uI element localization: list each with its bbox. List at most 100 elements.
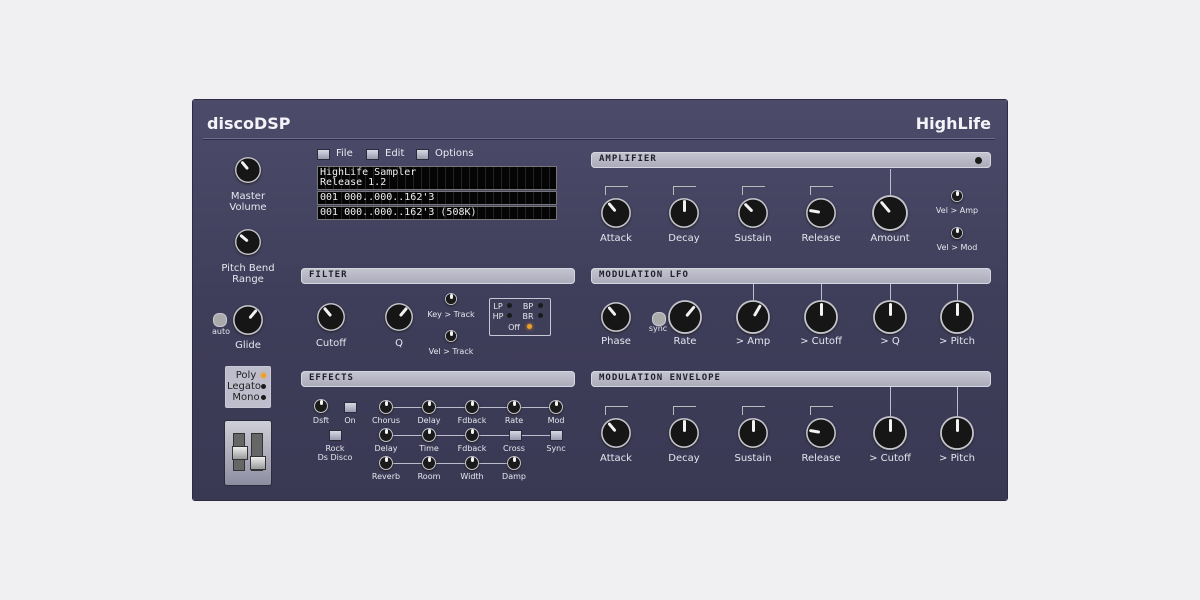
attack-env-icon: [605, 186, 628, 195]
lfo-sync-label: sync: [648, 324, 668, 333]
display-sample[interactable]: 001 000..000..162'3 (508K): [317, 206, 557, 220]
pitch-bend-label: Pitch Bend Range: [221, 263, 275, 285]
filter-type-bp[interactable]: BP: [523, 302, 533, 311]
mode-mono[interactable]: Mono: [232, 392, 259, 403]
glide-knob[interactable]: [233, 305, 263, 335]
delay-sync-button[interactable]: [550, 430, 563, 441]
chorus-mod-label: Mod: [547, 416, 565, 425]
edit-menu[interactable]: Edit: [385, 148, 404, 159]
amp-attack-knob[interactable]: [601, 198, 631, 228]
amp-sustain-knob[interactable]: [738, 198, 768, 228]
env-attack-icon: [605, 406, 628, 415]
delay-fdback-label: Fdback: [457, 444, 487, 453]
chorus-knob[interactable]: [379, 400, 393, 414]
amp-amount-knob[interactable]: [872, 195, 908, 231]
amp-attack-label: Attack: [600, 233, 632, 244]
dsft-label: Dsft: [312, 416, 330, 425]
chorus-fdback-knob[interactable]: [465, 400, 479, 414]
lfo-cutoff-knob[interactable]: [804, 300, 838, 334]
amp-release-label: Release: [801, 233, 841, 244]
wheels-box: [224, 420, 272, 486]
env-attack-knob[interactable]: [601, 418, 631, 448]
filter-type-lp[interactable]: LP: [493, 302, 502, 311]
env-release-icon: [810, 406, 833, 415]
mode-poly[interactable]: Poly: [236, 370, 257, 381]
env-release-knob[interactable]: [806, 418, 836, 448]
display-program[interactable]: 001 000..000..162'3: [317, 191, 557, 205]
delay-fdback-knob[interactable]: [465, 428, 479, 442]
rock-label: Rock: [325, 444, 345, 453]
voice-mode-selector[interactable]: Poly Legato Mono: [225, 366, 271, 408]
delay-time-knob[interactable]: [422, 428, 436, 442]
env-decay-icon: [673, 406, 696, 415]
lfo-phase-knob[interactable]: [601, 302, 631, 332]
mod-wheel[interactable]: [250, 433, 266, 471]
filter-cutoff-knob[interactable]: [317, 303, 345, 331]
reverb-room-knob[interactable]: [422, 456, 436, 470]
delay-label: Delay: [374, 444, 398, 453]
vel-track-knob[interactable]: [445, 330, 457, 342]
reverb-width-knob[interactable]: [465, 456, 479, 470]
env-sustain-knob[interactable]: [738, 418, 768, 448]
edit-menu-icon[interactable]: [366, 149, 379, 160]
options-menu[interactable]: Options: [435, 148, 474, 159]
lfo-pitch-knob[interactable]: [940, 300, 974, 334]
lfo-amp-knob[interactable]: [736, 300, 770, 334]
amp-release-knob[interactable]: [806, 198, 836, 228]
env-sustain-icon: [742, 406, 765, 415]
lfo-q-label: > Q: [880, 336, 900, 347]
mode-legato[interactable]: Legato: [227, 381, 261, 392]
pitch-wheel[interactable]: [232, 433, 248, 471]
decay-env-icon: [673, 186, 696, 195]
disco-label: Ds Disco: [317, 453, 353, 462]
hp-led: [507, 313, 512, 318]
amp-sustain-label: Sustain: [734, 233, 772, 244]
key-track-knob[interactable]: [445, 293, 457, 305]
chorus-delay-knob[interactable]: [422, 400, 436, 414]
file-menu-icon[interactable]: [317, 149, 330, 160]
lp-led: [507, 303, 512, 308]
key-track-label: Key > Track: [427, 310, 475, 319]
glide-label: Glide: [235, 340, 261, 351]
mono-led: [261, 395, 266, 400]
delay-cross-button[interactable]: [509, 430, 522, 441]
chorus-mod-knob[interactable]: [549, 400, 563, 414]
vel-amp-label: Vel > Amp: [935, 206, 979, 215]
amp-decay-knob[interactable]: [669, 198, 699, 228]
delay-knob[interactable]: [379, 428, 393, 442]
delay-time-label: Time: [419, 444, 439, 453]
chorus-rate-knob[interactable]: [507, 400, 521, 414]
lfo-q-connector: [890, 284, 891, 300]
off-led: [527, 324, 532, 329]
rock-disco-button[interactable]: [329, 430, 342, 441]
env-decay-label: Decay: [668, 453, 700, 464]
env-decay-knob[interactable]: [669, 418, 699, 448]
filter-type-off[interactable]: Off: [508, 323, 520, 332]
lfo-pitch-connector: [957, 284, 958, 300]
dsft-knob[interactable]: [314, 399, 328, 413]
filter-type-br[interactable]: BR: [522, 312, 533, 321]
lfo-rate-knob[interactable]: [668, 300, 702, 334]
filter-section-bar: FILTER: [301, 268, 575, 284]
auto-glide-toggle[interactable]: [213, 313, 227, 327]
effects-on-button[interactable]: [344, 402, 357, 413]
lfo-amp-label: > Amp: [735, 336, 771, 347]
env-pitch-knob[interactable]: [940, 416, 974, 450]
filter-q-knob[interactable]: [385, 303, 413, 331]
env-cutoff-knob[interactable]: [873, 416, 907, 450]
filter-type-selector[interactable]: LP BP HP BR Off: [489, 298, 551, 336]
pitch-bend-knob[interactable]: [235, 229, 261, 255]
vel-mod-knob[interactable]: [951, 227, 963, 239]
chorus-label: Chorus: [371, 416, 401, 425]
reverb-damp-knob[interactable]: [507, 456, 521, 470]
auto-label: auto: [211, 327, 231, 336]
options-menu-icon[interactable]: [416, 149, 429, 160]
legato-led: [261, 384, 266, 389]
vel-amp-knob[interactable]: [951, 190, 963, 202]
master-volume-knob[interactable]: [235, 157, 261, 183]
filter-type-hp[interactable]: HP: [493, 312, 504, 321]
reverb-knob[interactable]: [379, 456, 393, 470]
file-menu[interactable]: File: [336, 148, 353, 159]
lfo-q-knob[interactable]: [873, 300, 907, 334]
filter-q-label: Q: [395, 338, 403, 349]
